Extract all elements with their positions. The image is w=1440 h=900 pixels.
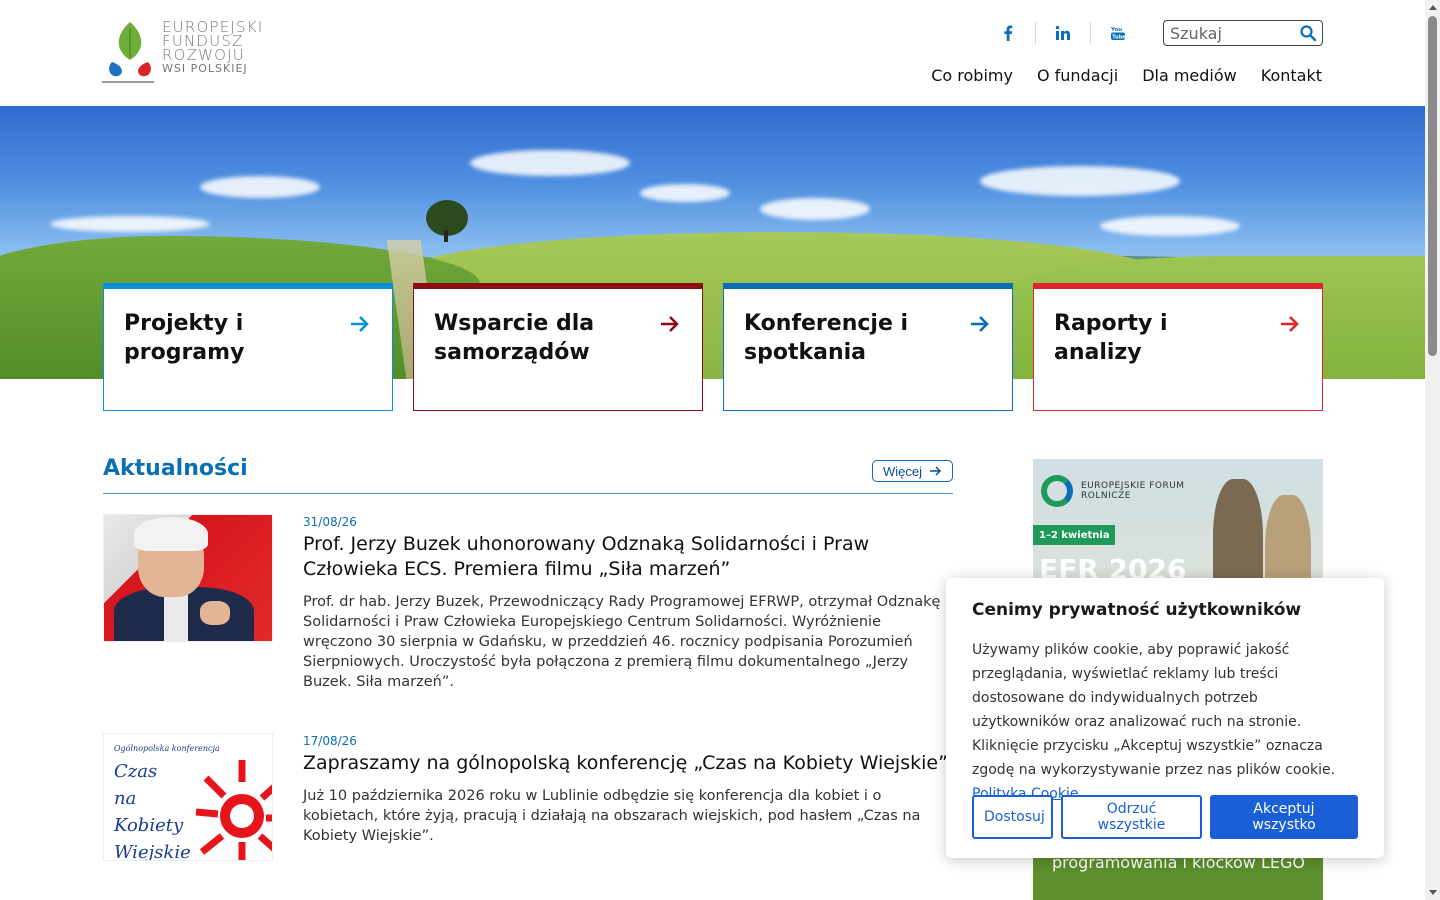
hero-cloud xyxy=(200,176,320,198)
portrait-photo xyxy=(104,515,272,641)
youtube-icon[interactable]: You Tube xyxy=(1105,20,1131,46)
scroll-down-icon[interactable] xyxy=(1429,890,1437,895)
search-input[interactable] xyxy=(1170,23,1288,43)
news-date: 31/08/26 xyxy=(303,515,357,529)
card-title: Raporty i analizy xyxy=(1054,311,1168,365)
svg-text:You: You xyxy=(1110,27,1122,33)
cookie-title: Cenimy prywatność użytkowników xyxy=(972,600,1302,620)
news-excerpt: Prof. dr hab. Jerzy Buzek, Przewodnicząc… xyxy=(303,594,941,690)
news-thumbnail[interactable] xyxy=(103,514,273,642)
hero-cloud xyxy=(50,216,210,232)
svg-text:Tube: Tube xyxy=(1112,34,1126,40)
conference-poster: Ogólnopolska konferencja Czas na Kobiety… xyxy=(104,734,272,860)
forum-name: EUROPEJSKIE FORUM ROLNICZE xyxy=(1081,481,1185,501)
social-divider xyxy=(1035,22,1036,44)
card-title: Wsparcie dla samorządów xyxy=(434,311,595,365)
poster-title: Czas na Kobiety Wiejskie xyxy=(114,761,191,861)
hero-cloud xyxy=(470,150,630,176)
facebook-icon[interactable] xyxy=(995,20,1021,46)
card-title: Konferencje i spotkania xyxy=(744,311,909,365)
news-thumbnail[interactable]: Ogólnopolska konferencja Czas na Kobiety… xyxy=(103,733,273,861)
social-divider xyxy=(1090,22,1091,44)
news-excerpt: Już 10 października 2026 roku w Lublinie… xyxy=(303,788,921,844)
cookie-buttons: Dostosuj Odrzuć wszystkie Akceptuj wszys… xyxy=(972,795,1358,839)
card-konferencje[interactable]: Konferencje i spotkania xyxy=(723,283,1013,411)
card-title: Projekty i programy xyxy=(124,311,245,365)
more-news-button[interactable]: Więcej xyxy=(872,460,953,482)
news-heading: Aktualności xyxy=(103,456,248,481)
hero-cloud xyxy=(640,184,730,202)
cookie-consent-dialog: Cenimy prywatność użytkowników Używamy p… xyxy=(946,578,1384,858)
logo-line-3: ROZWOJU xyxy=(162,46,245,64)
site-header: EUROPEJSKI FUNDUSZ ROZWOJU WSI POLSKIEJ … xyxy=(0,0,1425,106)
nav-item-co-robimy[interactable]: Co robimy xyxy=(931,66,1013,85)
forum-logo-block: EUROPEJSKIE FORUM ROLNICZE xyxy=(1041,475,1191,507)
search-icon[interactable] xyxy=(1300,25,1316,41)
hero-cloud xyxy=(1100,216,1240,236)
cookie-description: Używamy plików cookie, aby poprawić jako… xyxy=(972,642,1336,778)
logo-underline xyxy=(102,81,154,83)
arrow-right-icon xyxy=(1281,316,1299,332)
scroll-up-icon[interactable] xyxy=(1429,5,1437,10)
card-raporty[interactable]: Raporty i analizy xyxy=(1033,283,1323,411)
news-title-link[interactable]: Zapraszamy na gólnopolską konferencję „C… xyxy=(303,751,953,776)
category-cards: Projekty i programy Wsparcie dla samorzą… xyxy=(103,283,1323,411)
scrollbar-thumb[interactable] xyxy=(1428,16,1437,356)
logo-leaves-icon xyxy=(109,22,151,77)
nav-item-kontakt[interactable]: Kontakt xyxy=(1261,66,1322,85)
linkedin-icon[interactable] xyxy=(1050,20,1076,46)
forum-date-tag: 1–2 kwietnia xyxy=(1033,525,1115,545)
main-nav: Co robimy O fundacji Dla mediów Kontakt xyxy=(931,66,1322,85)
accept-all-button[interactable]: Akceptuj wszystko xyxy=(1210,795,1358,839)
card-projekty[interactable]: Projekty i programy xyxy=(103,283,393,411)
more-button-label: Więcej xyxy=(882,463,922,479)
reject-all-button[interactable]: Odrzuć wszystkie xyxy=(1061,795,1202,839)
social-links: You Tube xyxy=(995,20,1131,46)
nav-item-o-fundacji[interactable]: O fundacji xyxy=(1037,66,1118,85)
hero-cloud xyxy=(980,166,1180,196)
arrow-right-icon xyxy=(930,466,942,476)
customize-button[interactable]: Dostosuj xyxy=(972,795,1053,839)
poster-figures-graphic xyxy=(195,760,272,860)
site-logo[interactable]: EUROPEJSKI FUNDUSZ ROZWOJU WSI POLSKIEJ xyxy=(102,20,277,86)
arrow-right-icon xyxy=(971,316,989,332)
news-content: 31/08/26 Prof. Jerzy Buzek uhonorowany O… xyxy=(303,514,953,692)
page-scrollbar[interactable] xyxy=(1425,0,1440,900)
search-box xyxy=(1163,20,1323,46)
card-wsparcie[interactable]: Wsparcie dla samorządów xyxy=(413,283,703,411)
logo-line-4: WSI POLSKIEJ xyxy=(162,62,248,75)
nav-item-dla-mediow[interactable]: Dla mediów xyxy=(1142,66,1237,85)
logo-wordmark: EUROPEJSKI FUNDUSZ ROZWOJU WSI POLSKIEJ xyxy=(162,20,263,76)
arrow-right-icon xyxy=(661,316,679,332)
arrow-right-icon xyxy=(351,316,369,332)
news-content: 17/08/26 Zapraszamy na gólnopolską konfe… xyxy=(303,733,953,846)
hero-tree-trunk xyxy=(444,230,448,242)
news-header: Aktualności Więcej xyxy=(103,456,953,494)
news-title-link[interactable]: Prof. Jerzy Buzek uhonorowany Odznaką So… xyxy=(303,532,953,582)
forum-logo-icon xyxy=(1041,475,1073,507)
cookie-text: Używamy plików cookie, aby poprawić jako… xyxy=(972,638,1358,806)
hero-cloud xyxy=(760,198,870,220)
news-date: 17/08/26 xyxy=(303,734,357,748)
